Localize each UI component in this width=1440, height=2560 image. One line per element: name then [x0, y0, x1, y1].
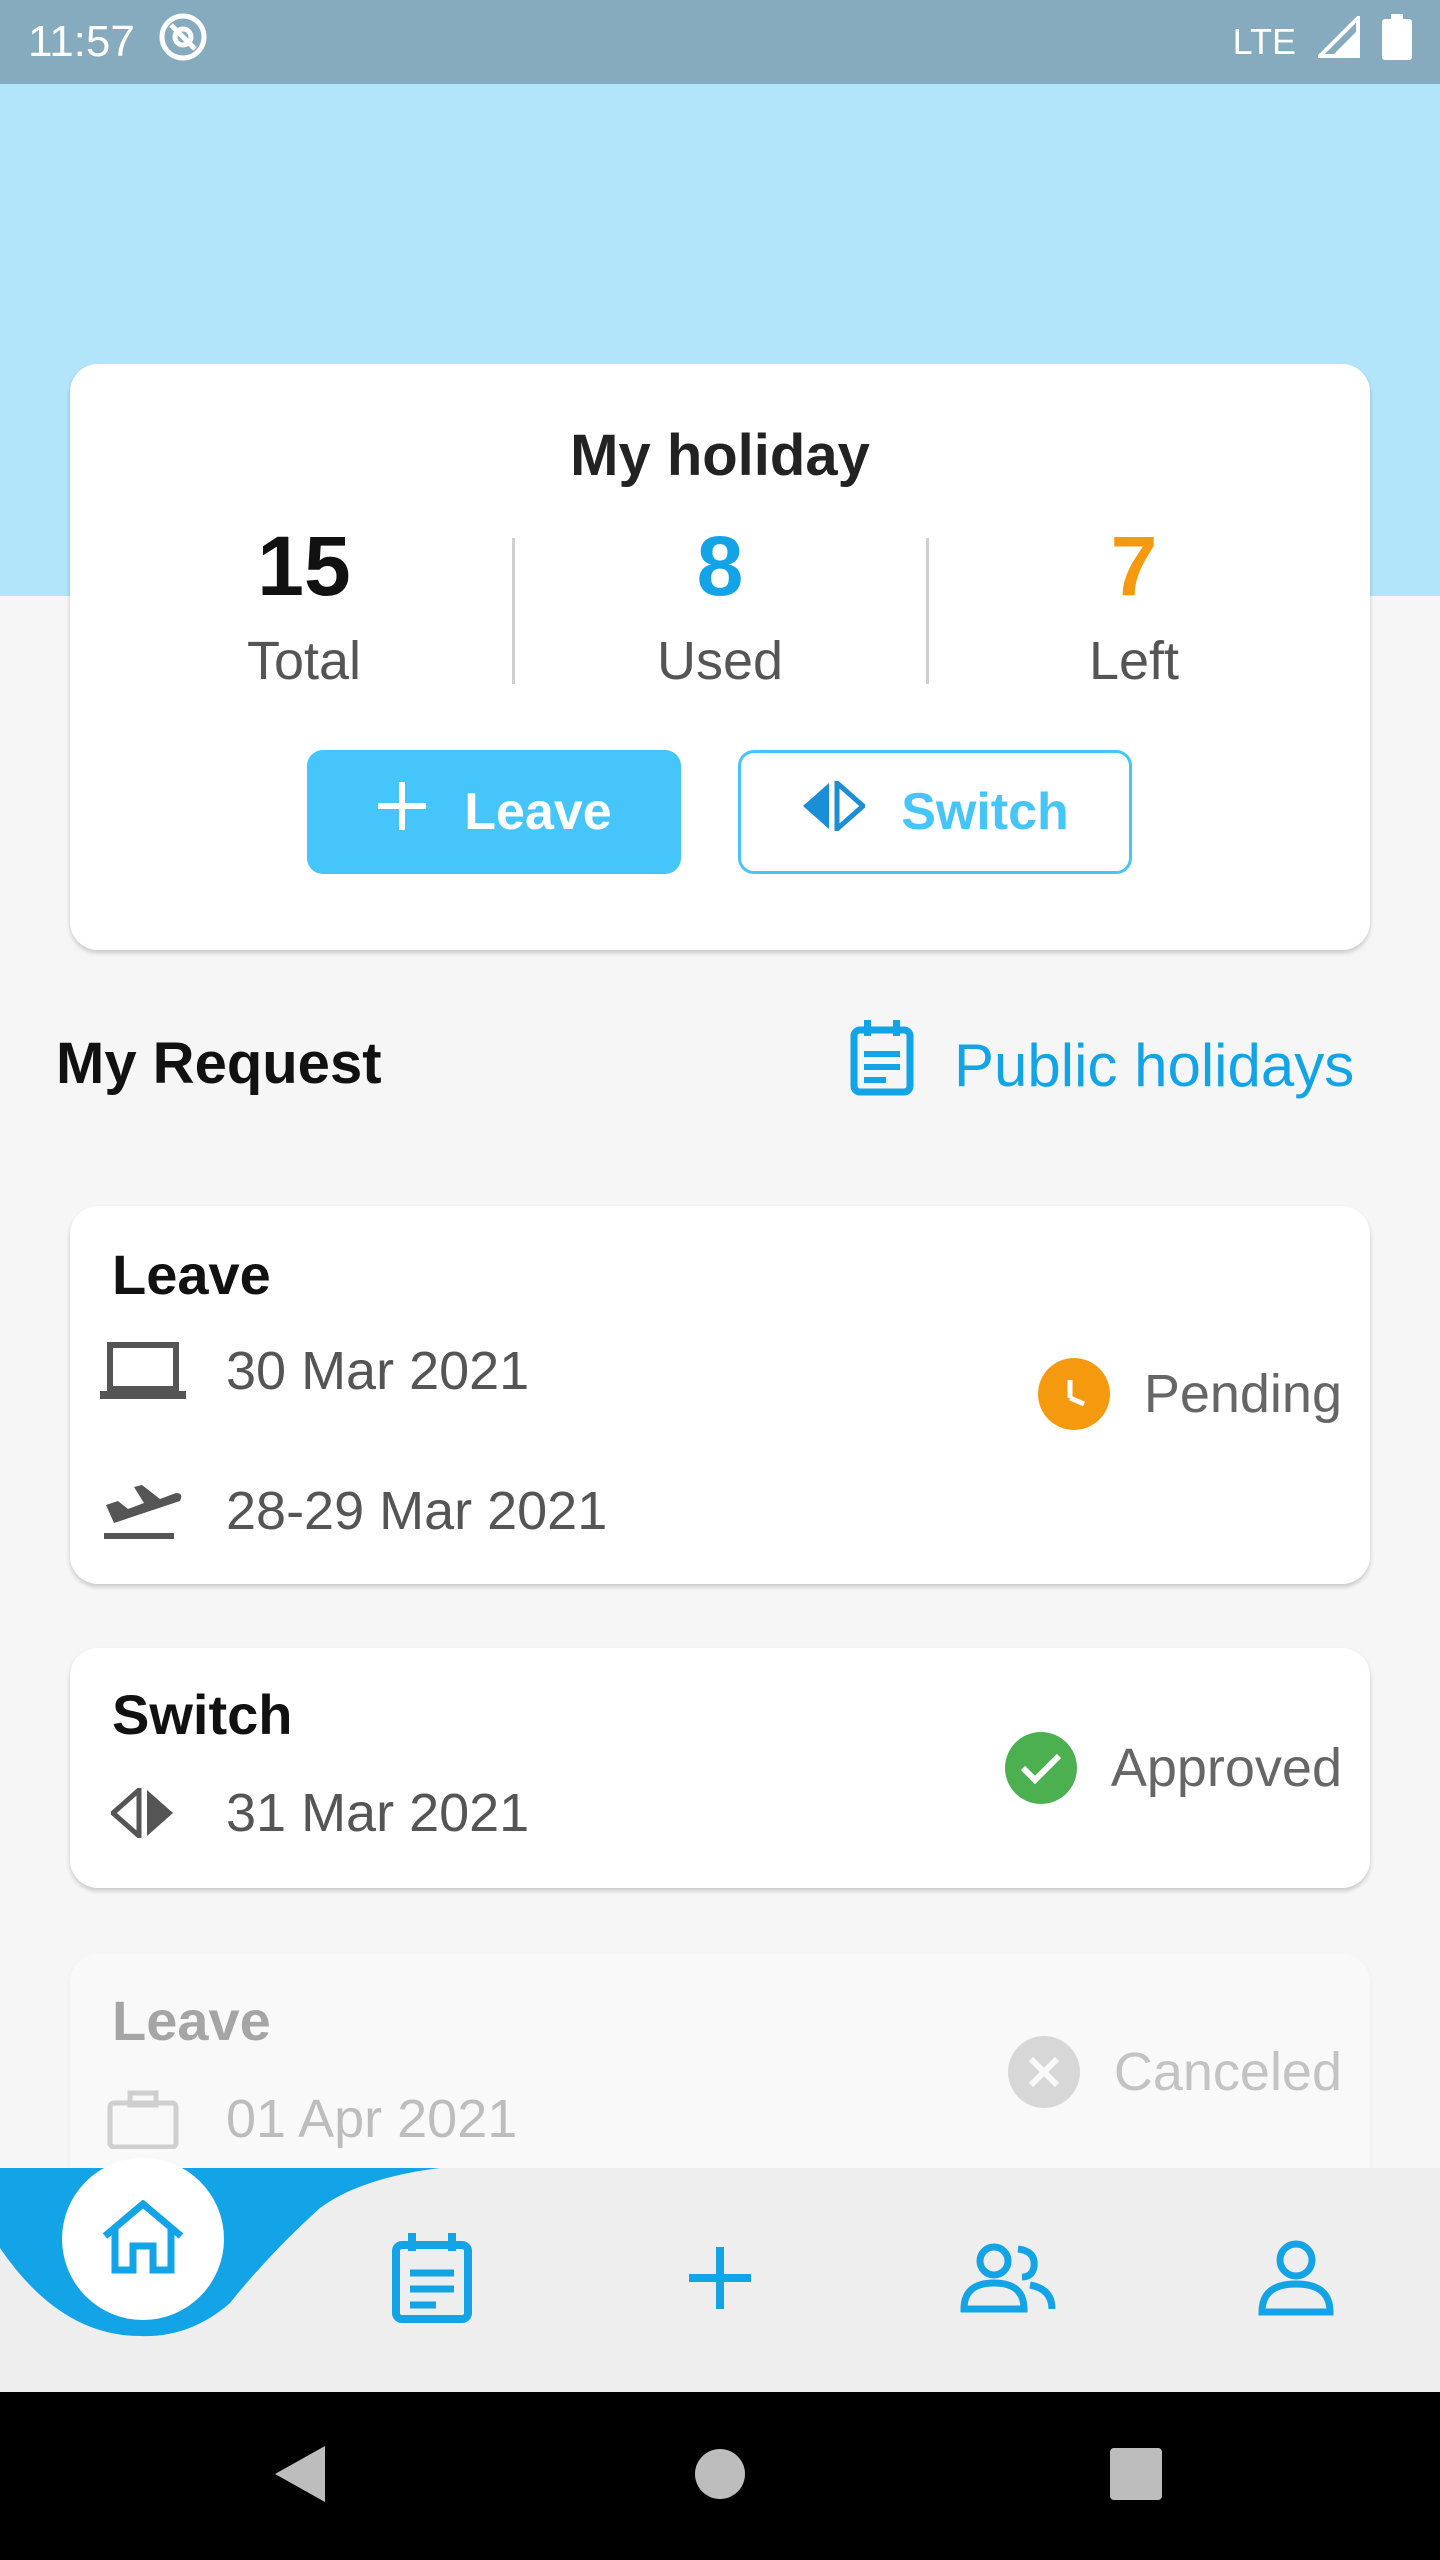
- leave-button-label: Leave: [464, 783, 612, 841]
- public-holidays-link[interactable]: Public holidays: [850, 1020, 1354, 1110]
- system-navigation-bar: [0, 2392, 1440, 2560]
- request-type: Switch: [112, 1683, 293, 1746]
- used-label: Used: [656, 631, 784, 691]
- plus-icon: [687, 2245, 753, 2316]
- battery-icon: [1382, 13, 1412, 71]
- request-type: Leave: [112, 1243, 271, 1306]
- holiday-summary-card: My holiday 15 Total 8 Used 7 Left Leave …: [70, 364, 1370, 950]
- at-sign-icon: [157, 11, 209, 74]
- total-label: Total: [246, 631, 362, 691]
- request-card[interactable]: Switch 31 Mar 2021 Approved: [70, 1648, 1370, 1888]
- plus-icon: [376, 780, 428, 845]
- section-title: My Request: [56, 1031, 382, 1096]
- close-icon: [1007, 2036, 1080, 2108]
- divider: [512, 538, 515, 684]
- nav-calendar[interactable]: [332, 2168, 532, 2392]
- switch-button-label: Switch: [901, 783, 1069, 841]
- airplane-departure-icon: [100, 1481, 186, 1541]
- signal-icon: [1315, 12, 1360, 69]
- request-date: 30 Mar 2021: [226, 1341, 530, 1401]
- request-card[interactable]: Leave 30 Mar 2021 28-29 Mar 2021 Pending: [70, 1206, 1370, 1584]
- home-icon: [101, 2198, 185, 2279]
- laptop-icon: [100, 1341, 186, 1401]
- request-date-line: 30 Mar 2021: [100, 1340, 529, 1402]
- request-date-line: 31 Mar 2021: [100, 1782, 529, 1844]
- switch-button[interactable]: Switch: [738, 750, 1132, 874]
- system-home-button[interactable]: [640, 2392, 800, 2560]
- request-date-line: 28-29 Mar 2021: [100, 1480, 607, 1542]
- calendar-icon: [392, 2232, 472, 2328]
- stat-left: 7 Left: [984, 524, 1284, 692]
- bottom-navigation: [0, 2158, 1440, 2392]
- status-time: 11:57: [28, 17, 135, 66]
- status-label: Approved: [1110, 1738, 1342, 1798]
- nav-add[interactable]: [620, 2168, 820, 2392]
- request-date: 28-29 Mar 2021: [226, 1481, 608, 1541]
- briefcase-icon: [100, 2089, 186, 2149]
- clock-icon: [1037, 1358, 1110, 1430]
- used-value: 8: [696, 519, 744, 613]
- check-icon: [1004, 1732, 1077, 1804]
- left-value: 7: [1110, 519, 1158, 613]
- request-date: 31 Mar 2021: [226, 1783, 530, 1843]
- home-circle-icon: [693, 2447, 747, 2506]
- stat-total: 15 Total: [154, 524, 454, 692]
- stat-used: 8 Used: [570, 524, 870, 692]
- left-label: Left: [1088, 631, 1180, 691]
- nav-home[interactable]: [62, 2158, 224, 2320]
- calendar-icon: [850, 1020, 914, 1110]
- system-recents-button[interactable]: [1056, 2392, 1216, 2560]
- back-triangle-icon: [273, 2444, 327, 2509]
- people-icon: [960, 2243, 1056, 2318]
- leave-button[interactable]: Leave: [307, 750, 681, 874]
- switch-arrows-icon: [100, 1783, 186, 1843]
- public-holidays-label: Public holidays: [954, 1031, 1355, 1099]
- request-status: Approved: [1004, 1732, 1342, 1804]
- request-status: Pending: [1037, 1358, 1342, 1430]
- recents-square-icon: [1110, 2447, 1162, 2505]
- request-type: Leave: [112, 1989, 271, 2052]
- switch-arrows-icon: [801, 776, 867, 844]
- person-icon: [1258, 2240, 1334, 2321]
- request-date-line: 01 Apr 2021: [100, 2088, 517, 2150]
- network-label: LTE: [1232, 21, 1296, 62]
- system-back-button[interactable]: [220, 2392, 380, 2560]
- status-label: Canceled: [1113, 2042, 1342, 2102]
- divider: [926, 538, 929, 684]
- request-date: 01 Apr 2021: [226, 2089, 518, 2149]
- nav-team[interactable]: [908, 2168, 1108, 2392]
- holiday-title: My holiday: [570, 423, 870, 488]
- status-bar: 11:57 LTE: [0, 0, 1440, 84]
- nav-profile[interactable]: [1196, 2168, 1396, 2392]
- request-status: Canceled: [1007, 2036, 1342, 2108]
- total-value: 15: [257, 519, 351, 613]
- status-label: Pending: [1143, 1364, 1342, 1424]
- holiday-stats: 15 Total 8 Used 7 Left: [70, 524, 1370, 691]
